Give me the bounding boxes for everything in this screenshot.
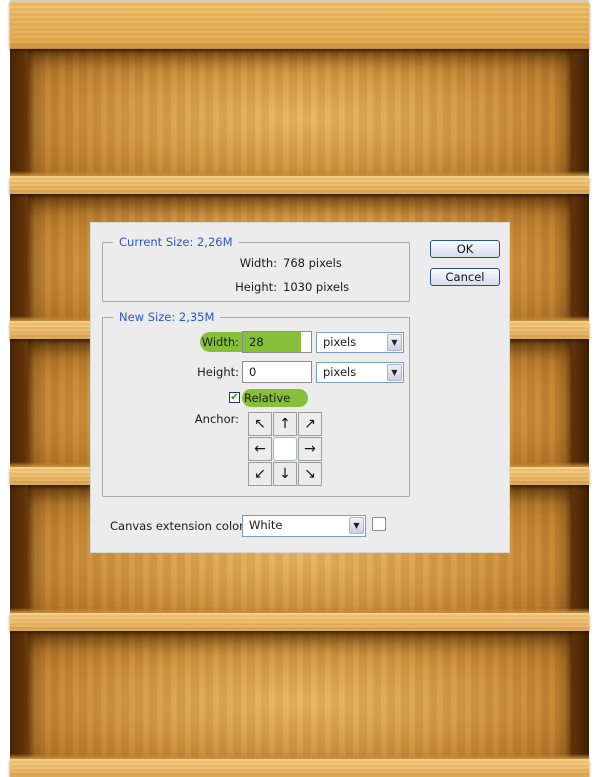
height-unit-value: pixels — [323, 365, 357, 379]
anchor-bottom-left[interactable]: ↙ — [248, 462, 272, 486]
width-unit-value: pixels — [323, 335, 357, 349]
new-size-legend: New Size: 2,35M — [113, 310, 221, 325]
canvas-extension-label: Canvas extension color: — [110, 519, 248, 533]
chevron-down-icon[interactable]: ▼ — [387, 334, 402, 351]
relative-label[interactable]: Relative — [244, 391, 290, 406]
anchor-grid: ↖ ↑ ↗ ← → ↙ ↓ ↘ — [248, 412, 322, 487]
anchor-center[interactable] — [273, 437, 297, 461]
extension-color-swatch[interactable] — [372, 517, 386, 531]
anchor-top-right[interactable]: ↗ — [298, 412, 322, 436]
cancel-button[interactable]: Cancel — [430, 268, 500, 286]
shelf-compartment-1 — [28, 48, 571, 176]
height-input-value: 0 — [249, 365, 257, 379]
width-unit-select[interactable]: pixels ▼ — [316, 332, 404, 353]
shelf-top-board — [10, 0, 589, 49]
ok-button[interactable]: OK — [430, 240, 500, 258]
current-size-legend: Current Size: 2,26M — [113, 235, 239, 250]
check-icon: ✔ — [230, 392, 239, 403]
current-height-label: Height: — [235, 280, 277, 294]
canvas-extension-select[interactable]: White ▼ — [242, 515, 366, 537]
current-height-value: 1030 pixels — [283, 280, 350, 294]
anchor-bottom-right[interactable]: ↘ — [298, 462, 322, 486]
shelf-board-1 — [10, 171, 589, 194]
canvas-extension-value: White — [249, 518, 283, 532]
anchor-top-left[interactable]: ↖ — [248, 412, 272, 436]
shelf-board-5 — [10, 754, 589, 777]
relative-checkbox[interactable]: ✔ — [229, 392, 240, 403]
anchor-label: Anchor: — [194, 412, 239, 426]
canvas-size-dialog: Current Size: 2,26M Width: 768 pixels He… — [90, 222, 510, 553]
shelf-board-4 — [10, 608, 589, 631]
current-width-label: Width: — [239, 256, 277, 270]
width-input[interactable]: 28 — [242, 331, 312, 353]
height-unit-select[interactable]: pixels ▼ — [316, 362, 404, 383]
height-input[interactable]: 0 — [242, 361, 312, 383]
width-input-value: 28 — [249, 335, 264, 349]
shelf-compartment-5 — [28, 631, 571, 759]
chevron-down-icon[interactable]: ▼ — [387, 364, 402, 381]
new-width-label: Width: — [201, 335, 239, 349]
current-width-value: 768 pixels — [283, 256, 342, 270]
chevron-down-icon[interactable]: ▼ — [349, 517, 364, 534]
anchor-left[interactable]: ← — [248, 437, 272, 461]
anchor-top[interactable]: ↑ — [273, 412, 297, 436]
anchor-right[interactable]: → — [298, 437, 322, 461]
new-height-label: Height: — [197, 365, 239, 379]
current-size-group: Current Size: 2,26M Width: 768 pixels He… — [102, 235, 410, 302]
anchor-bottom[interactable]: ↓ — [273, 462, 297, 486]
